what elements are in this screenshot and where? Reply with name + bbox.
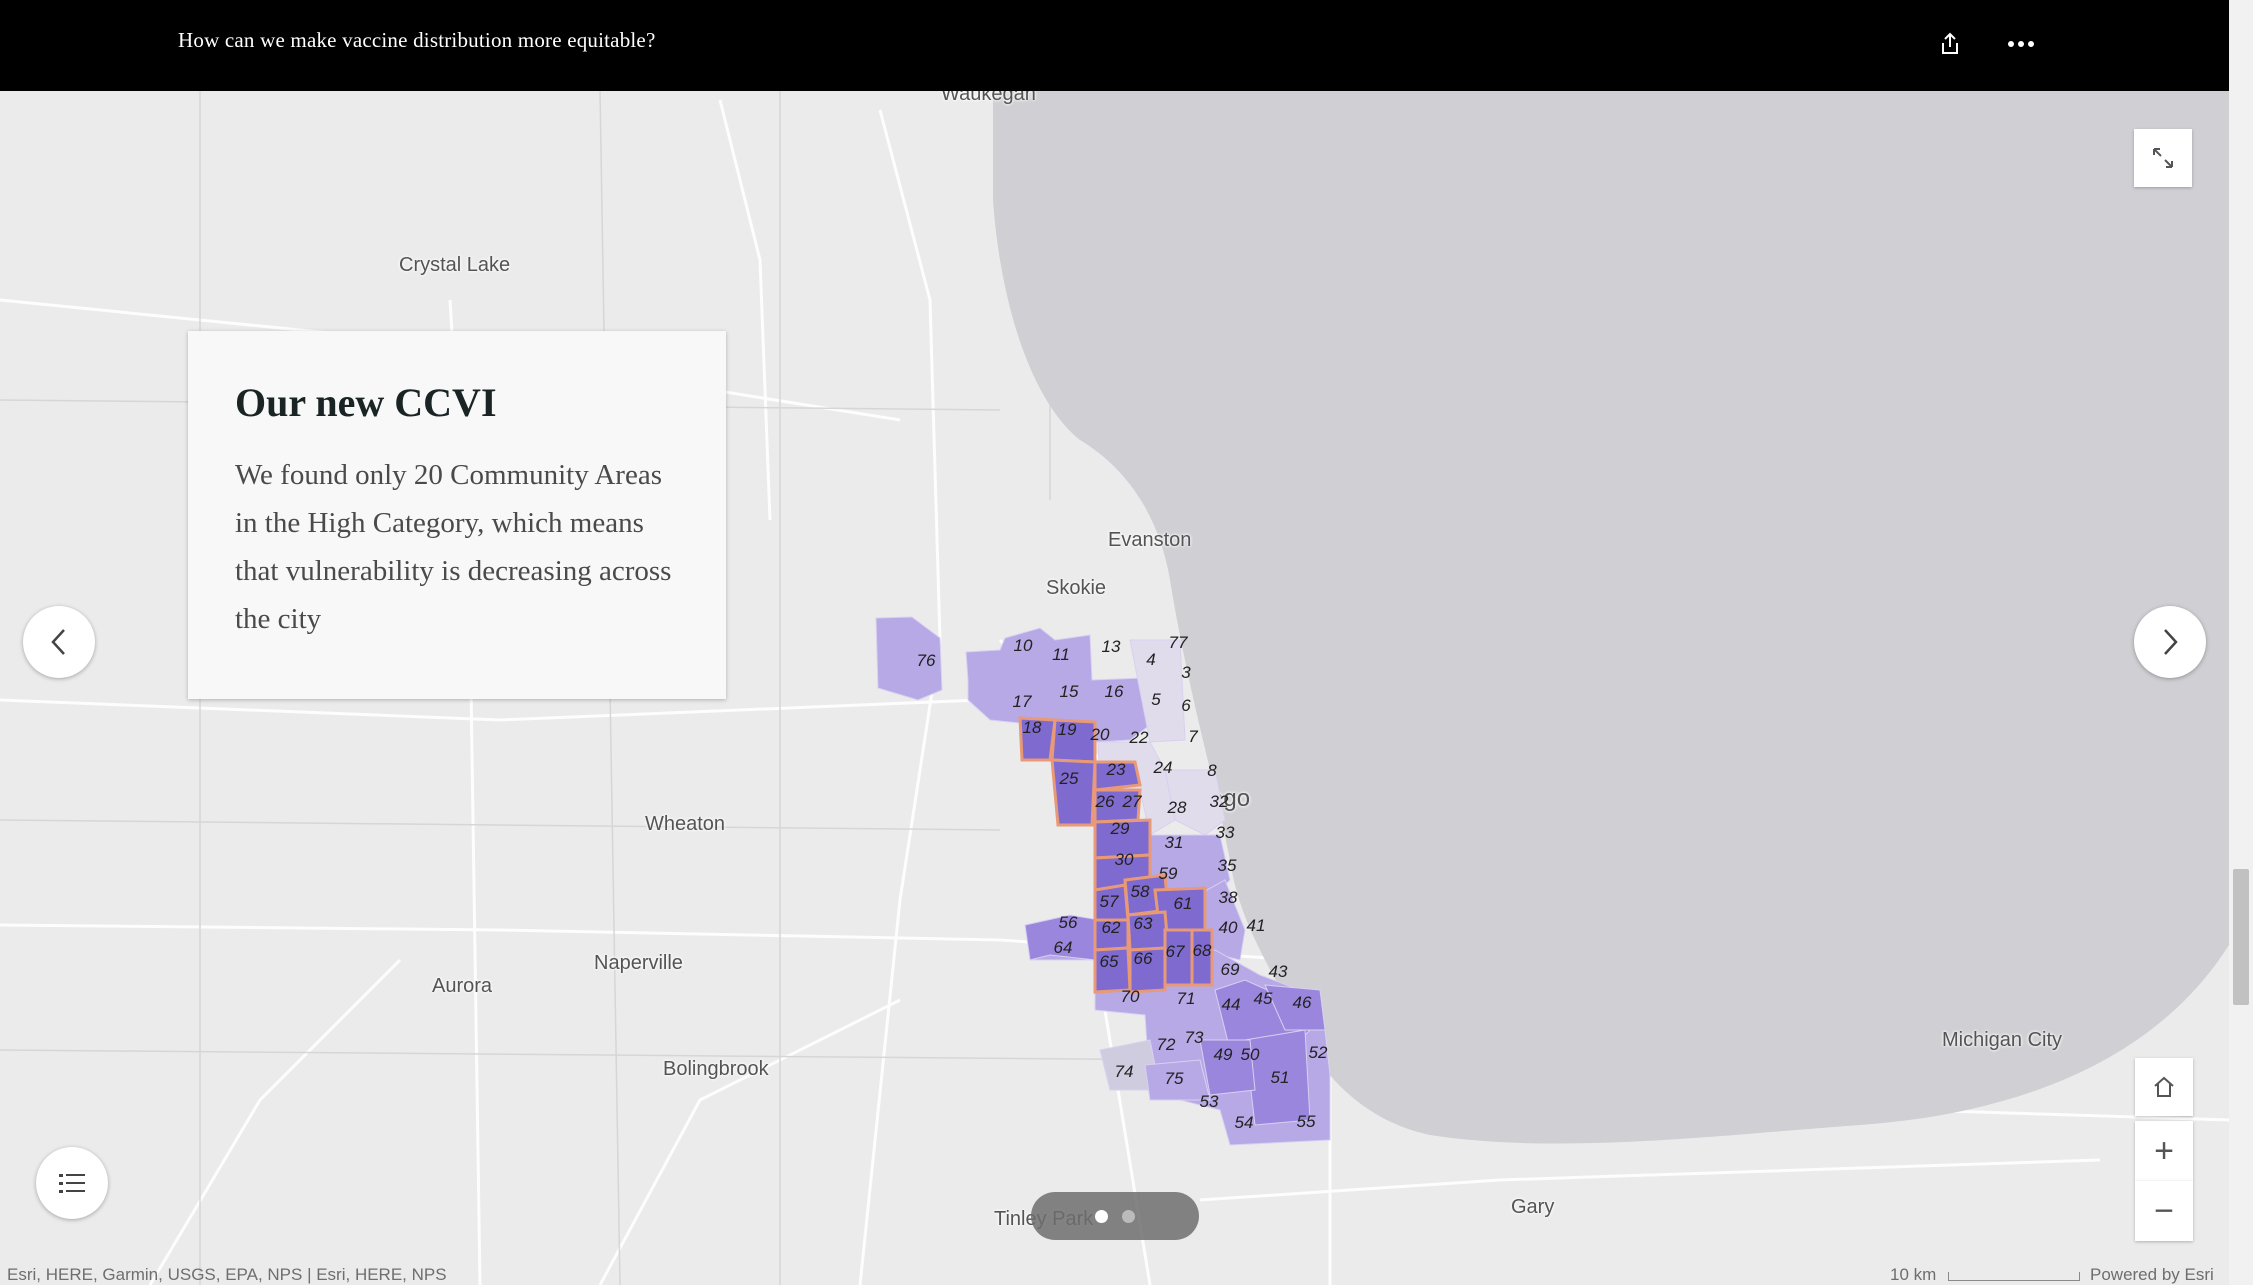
community-area-label-24: 24 (1153, 758, 1173, 777)
scale-label: 10 km (1890, 1265, 1937, 1284)
community-area-label-31: 31 (1165, 833, 1184, 852)
community-area-label-10: 10 (1014, 636, 1033, 655)
community-area-label-19: 19 (1058, 720, 1077, 739)
community-area-label-33: 33 (1216, 823, 1235, 842)
zoom-in-button[interactable]: + (2135, 1121, 2193, 1181)
home-button[interactable] (2135, 1058, 2193, 1116)
map-attribution: Esri, HERE, Garmin, USGS, EPA, NPS | Esr… (7, 1265, 447, 1284)
community-area-label-75: 75 (1165, 1069, 1184, 1088)
community-area-label-49: 49 (1214, 1045, 1233, 1064)
powered-by: Powered by Esri (2090, 1265, 2214, 1284)
story-title: How can we make vaccine distribution mor… (178, 28, 656, 52)
community-area-label-22: 22 (1129, 728, 1149, 747)
community-area-label-11: 11 (1052, 645, 1070, 664)
community-area-label-74: 74 (1115, 1062, 1134, 1081)
community-area-label-46: 46 (1293, 993, 1312, 1012)
community-area-label-6: 6 (1181, 696, 1191, 715)
community-area-label-4: 4 (1146, 650, 1155, 669)
pager-dot-2[interactable] (1122, 1209, 1135, 1223)
pager-dot-1[interactable] (1095, 1209, 1108, 1223)
zoom-out-button[interactable]: − (2135, 1181, 2193, 1241)
expand-icon (2153, 148, 2173, 168)
next-slide-button[interactable] (2134, 606, 2206, 678)
scrollbar-thumb[interactable] (2233, 869, 2249, 1005)
community-area-label-27: 27 (1122, 792, 1142, 811)
community-area-label-51: 51 (1271, 1068, 1290, 1087)
community-area-label-68: 68 (1193, 941, 1212, 960)
community-area-label-76: 76 (917, 651, 936, 670)
community-area-label-26: 26 (1095, 792, 1115, 811)
community-area-label-13: 13 (1102, 637, 1121, 656)
community-area-label-41: 41 (1247, 916, 1266, 935)
home-icon (2154, 1076, 2174, 1097)
community-area-label-20: 20 (1090, 725, 1110, 744)
story-card: Our new CCVI We found only 20 Community … (188, 331, 726, 699)
community-area-label-5: 5 (1151, 690, 1161, 709)
community-area-label-23: 23 (1106, 760, 1126, 779)
community-area-label-52: 52 (1309, 1043, 1328, 1062)
community-area-label-63: 63 (1134, 914, 1153, 933)
community-area-label-56: 56 (1059, 913, 1078, 932)
legend-list-icon (59, 1174, 85, 1193)
community-area-label-61: 61 (1174, 894, 1193, 913)
chevron-left-icon (51, 629, 65, 655)
community-area-label-7: 7 (1188, 727, 1198, 746)
community-area-label-17: 17 (1013, 692, 1032, 711)
community-area-label-44: 44 (1222, 995, 1241, 1014)
slide-pager (1031, 1192, 1199, 1240)
community-area-label-55: 55 (1297, 1112, 1316, 1131)
community-area-label-69: 69 (1221, 960, 1240, 979)
community-area-label-77: 77 (1169, 633, 1188, 652)
community-area-label-72: 72 (1157, 1035, 1176, 1054)
community-area-label-15: 15 (1060, 682, 1079, 701)
community-area-label-18: 18 (1023, 718, 1042, 737)
community-area-label-59: 59 (1159, 864, 1178, 883)
legend-button[interactable] (36, 1147, 108, 1219)
community-area-label-40: 40 (1219, 918, 1238, 937)
community-area-label-3: 3 (1181, 663, 1191, 682)
community-area-label-35: 35 (1218, 856, 1237, 875)
zoom-out-label: − (2154, 1191, 2174, 1230)
community-area-label-57: 57 (1100, 892, 1119, 911)
community-area-label-73: 73 (1185, 1028, 1204, 1047)
community-area-label-30: 30 (1115, 850, 1134, 869)
community-area-label-67: 67 (1166, 942, 1185, 961)
community-area-label-8: 8 (1207, 761, 1217, 780)
community-area-label-66: 66 (1134, 949, 1153, 968)
community-area-label-45: 45 (1254, 989, 1273, 1008)
community-area-label-32: 32 (1210, 792, 1229, 811)
community-area-label-16: 16 (1105, 682, 1124, 701)
scale-bar (1948, 1272, 2080, 1281)
page-scrollbar[interactable] (2229, 0, 2253, 1285)
more-icon[interactable] (2001, 24, 2041, 64)
community-area-label-54: 54 (1235, 1113, 1254, 1132)
share-icon[interactable] (1930, 24, 1970, 64)
community-area-label-53: 53 (1200, 1092, 1219, 1111)
header-bar: How can we make vaccine distribution mor… (0, 0, 2229, 91)
community-area-label-25: 25 (1059, 769, 1079, 788)
community-area-label-70: 70 (1121, 987, 1140, 1006)
chevron-right-icon (2164, 629, 2178, 655)
community-area-label-71: 71 (1177, 989, 1196, 1008)
community-area-label-29: 29 (1110, 819, 1130, 838)
community-area-label-62: 62 (1102, 918, 1121, 937)
community-area-label-65: 65 (1100, 952, 1119, 971)
expand-button[interactable] (2134, 129, 2192, 187)
map-view[interactable]: Waukegan Crystal Lake Evanston Skokie Ch… (0, 91, 2229, 1285)
community-area-label-58: 58 (1131, 882, 1150, 901)
card-body: We found only 20 Community Areas in the … (235, 459, 672, 635)
card-heading: Our new CCVI (235, 380, 497, 425)
community-area-label-38: 38 (1219, 888, 1238, 907)
community-area-label-50: 50 (1241, 1045, 1260, 1064)
community-area-label-43: 43 (1269, 962, 1288, 981)
previous-slide-button[interactable] (23, 606, 95, 678)
community-area-label-28: 28 (1167, 798, 1187, 817)
community-area-label-64: 64 (1054, 938, 1073, 957)
zoom-in-label: + (2154, 1131, 2174, 1170)
